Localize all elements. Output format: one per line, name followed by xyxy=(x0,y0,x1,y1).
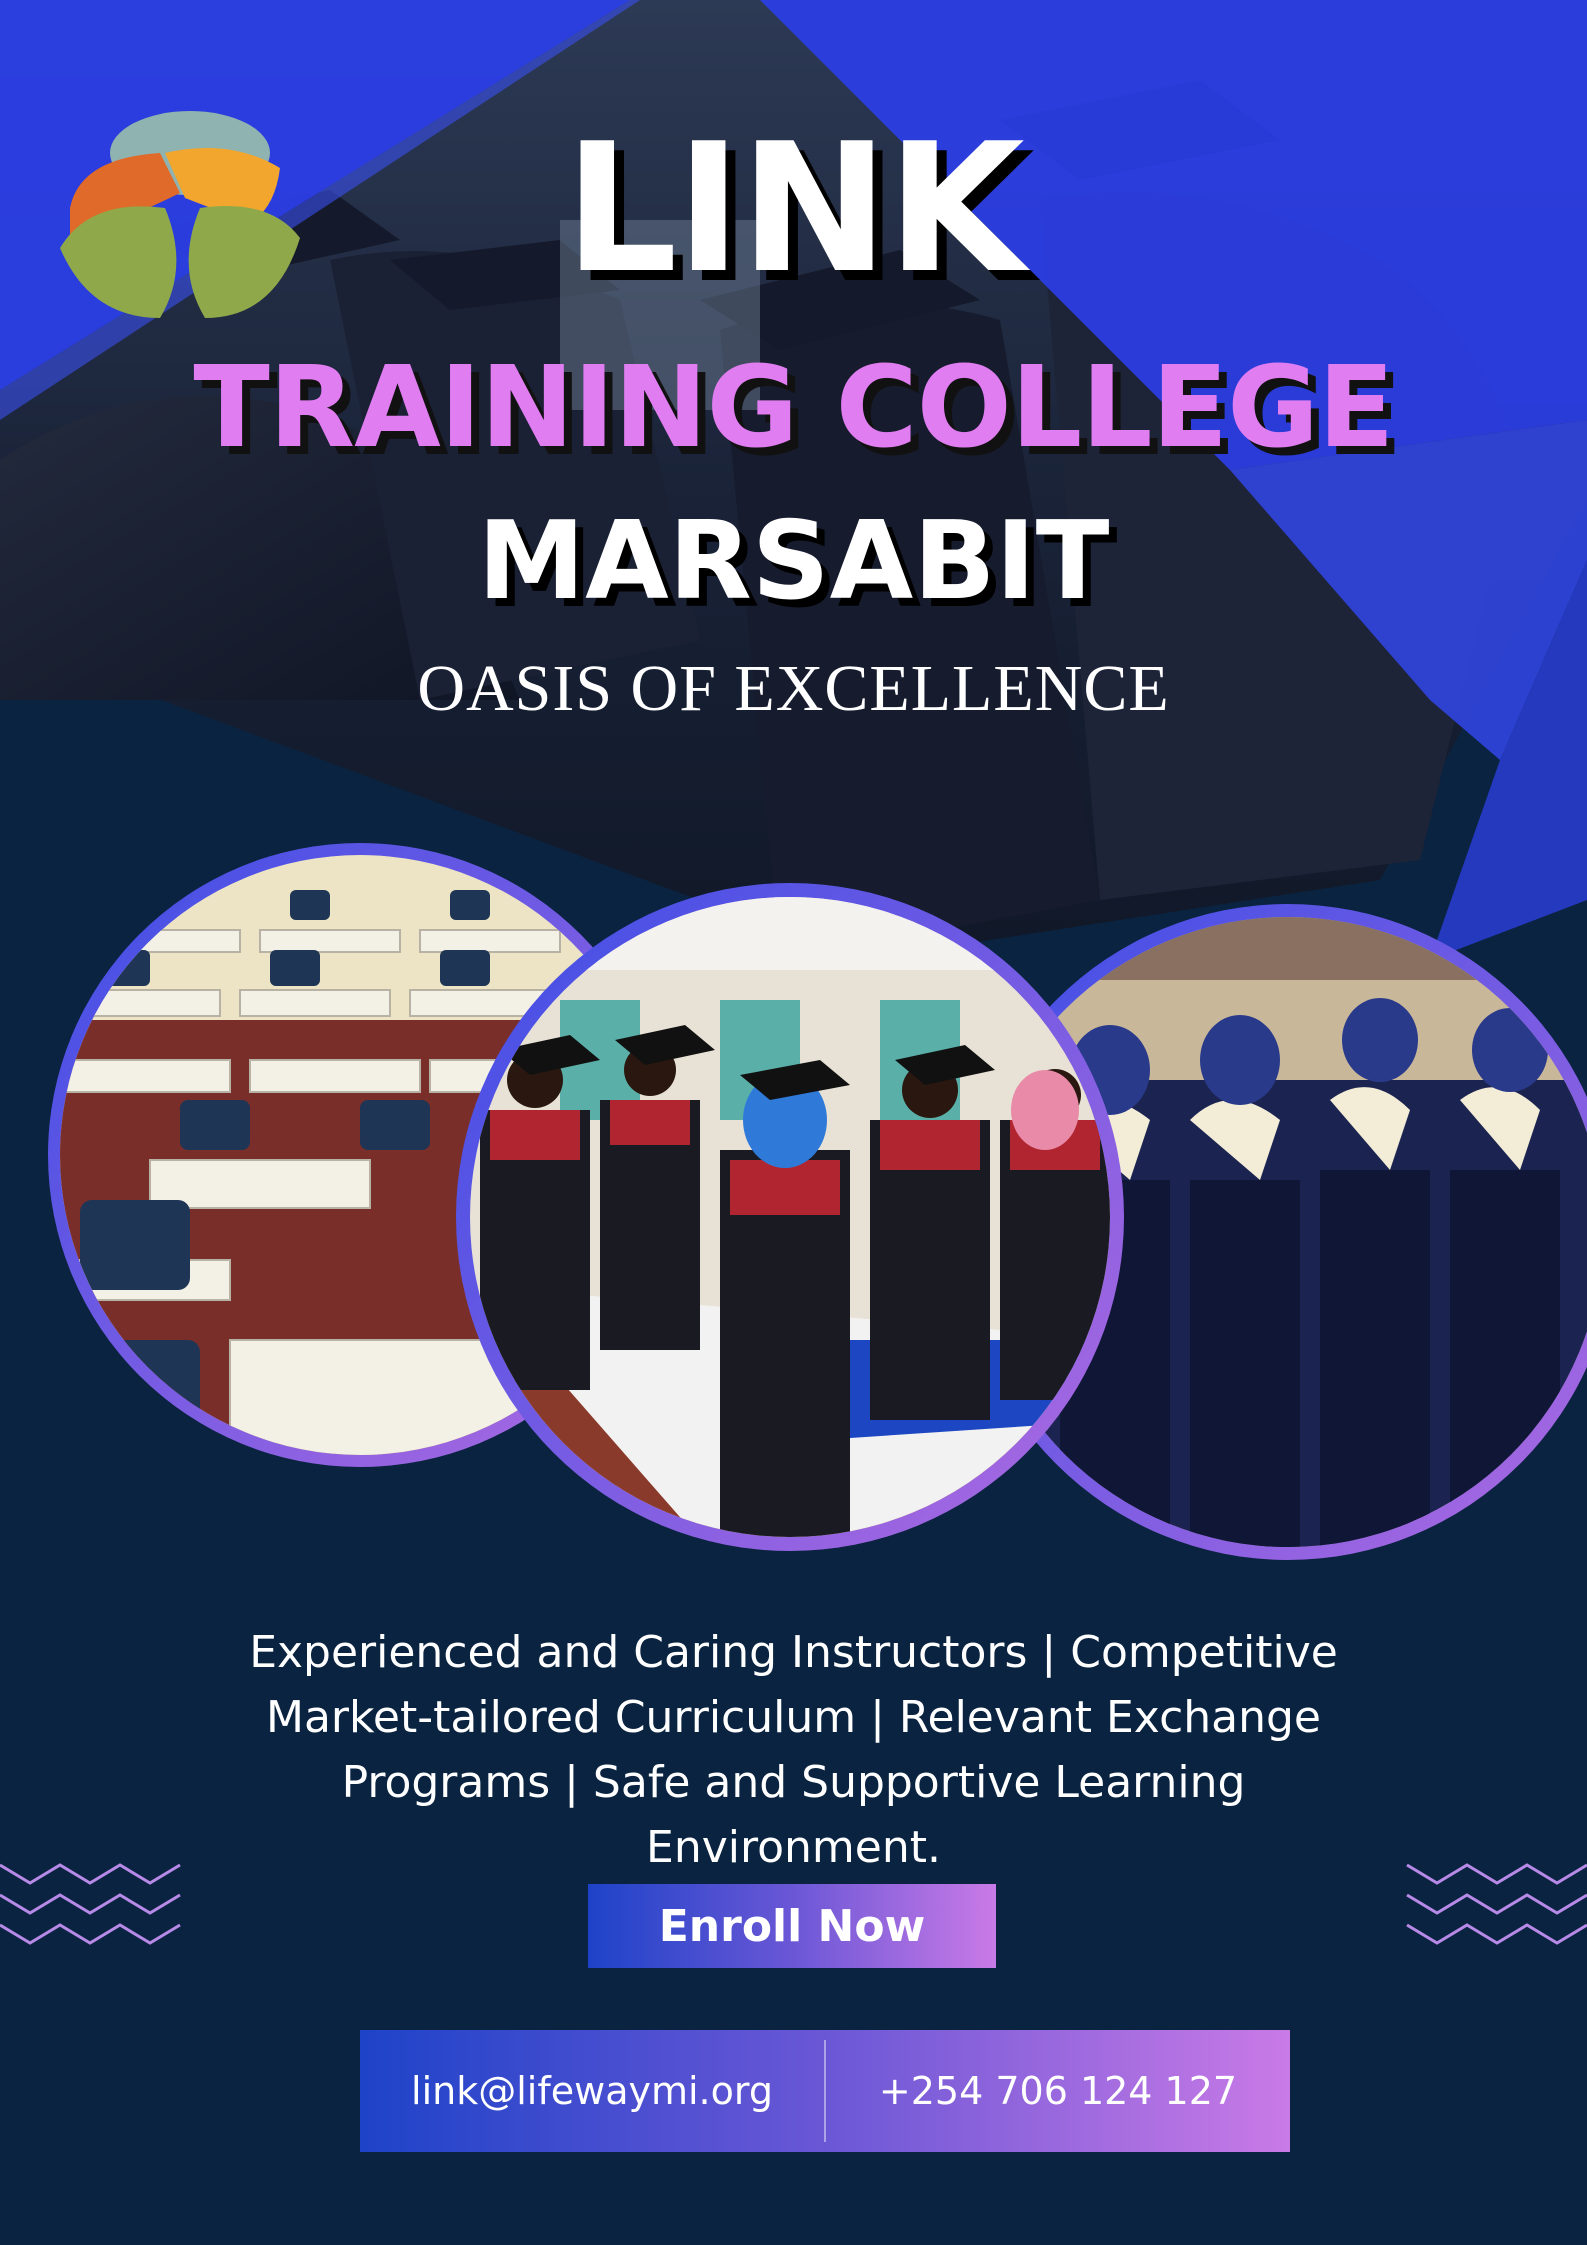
title-marsabit: MARSABIT xyxy=(477,499,1110,624)
flyer-page: LINK TRAINING COLLEGE MARSABIT OASIS OF … xyxy=(0,0,1587,2245)
photo-collage xyxy=(48,843,1587,1560)
zigzag-lines-icon xyxy=(0,1863,181,1945)
contact-email[interactable]: link@lifewaymi.org xyxy=(360,2030,824,2152)
contact-phone[interactable]: +254 706 124 127 xyxy=(826,2030,1290,2152)
title-training-college: TRAINING COLLEGE xyxy=(193,343,1394,473)
title-link: LINK xyxy=(564,105,1025,312)
zigzag-lines-icon xyxy=(1406,1863,1587,1945)
features-description: Experienced and Caring Instructors | Com… xyxy=(249,1627,1338,1873)
tagline: OASIS OF EXCELLENCE xyxy=(417,652,1170,725)
contact-bar: link@lifewaymi.org +254 706 124 127 xyxy=(360,2030,1290,2152)
enroll-now-button[interactable]: Enroll Now xyxy=(588,1884,996,1968)
